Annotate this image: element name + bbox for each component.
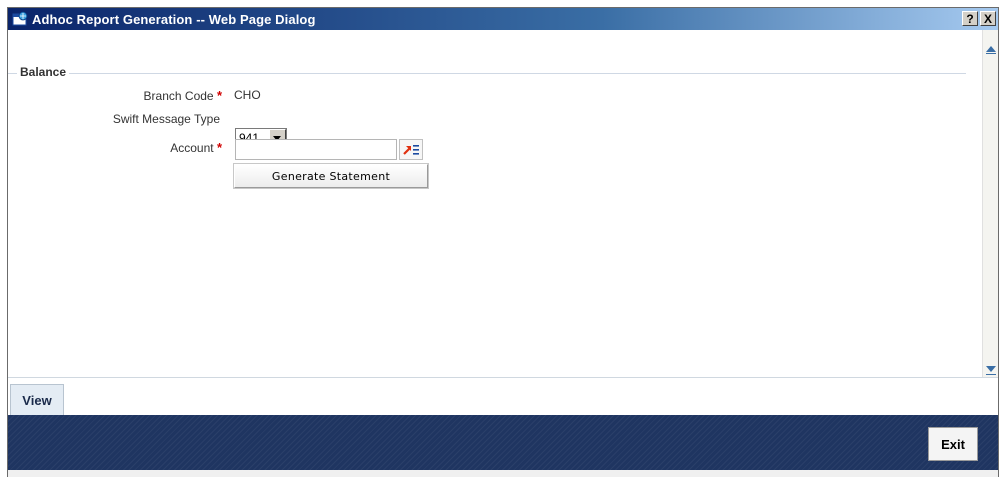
close-icon[interactable]: X: [980, 11, 996, 26]
help-icon[interactable]: ?: [962, 11, 978, 26]
tab-strip: View: [8, 377, 998, 415]
scroll-up-line: [986, 53, 996, 54]
vertical-scrollbar[interactable]: [982, 30, 998, 377]
required-marker: *: [216, 140, 222, 155]
account-input[interactable]: [235, 139, 397, 160]
status-strip: [8, 470, 998, 477]
account-label: Account *: [152, 140, 222, 155]
dialog-window: Adhoc Report Generation -- Web Page Dial…: [7, 7, 999, 477]
branch-code-label-text: Branch Code: [143, 89, 214, 103]
swift-message-type-label: Swift Message Type: [112, 112, 220, 126]
list-of-values-icon[interactable]: [399, 139, 423, 160]
account-label-text: Account: [170, 141, 214, 155]
fieldset-border: [8, 73, 966, 74]
generate-statement-button[interactable]: Generate Statement: [234, 164, 428, 188]
exit-button[interactable]: Exit: [928, 427, 978, 461]
tab-view[interactable]: View: [10, 384, 64, 415]
action-bar: Exit: [8, 415, 998, 470]
section-title: Balance: [17, 65, 70, 79]
scroll-down-line: [986, 374, 996, 375]
scroll-down-arrow-icon[interactable]: [986, 366, 996, 372]
branch-code-value: CHO: [234, 88, 261, 102]
window-app-icon: [12, 11, 28, 27]
required-marker: *: [216, 88, 222, 103]
title-bar: Adhoc Report Generation -- Web Page Dial…: [8, 8, 998, 30]
window-title: Adhoc Report Generation -- Web Page Dial…: [32, 11, 316, 27]
scroll-up-arrow-icon[interactable]: [986, 46, 996, 52]
form-area: Balance Branch Code * CHO Swift Message …: [8, 30, 998, 377]
branch-code-label: Branch Code *: [122, 88, 222, 103]
